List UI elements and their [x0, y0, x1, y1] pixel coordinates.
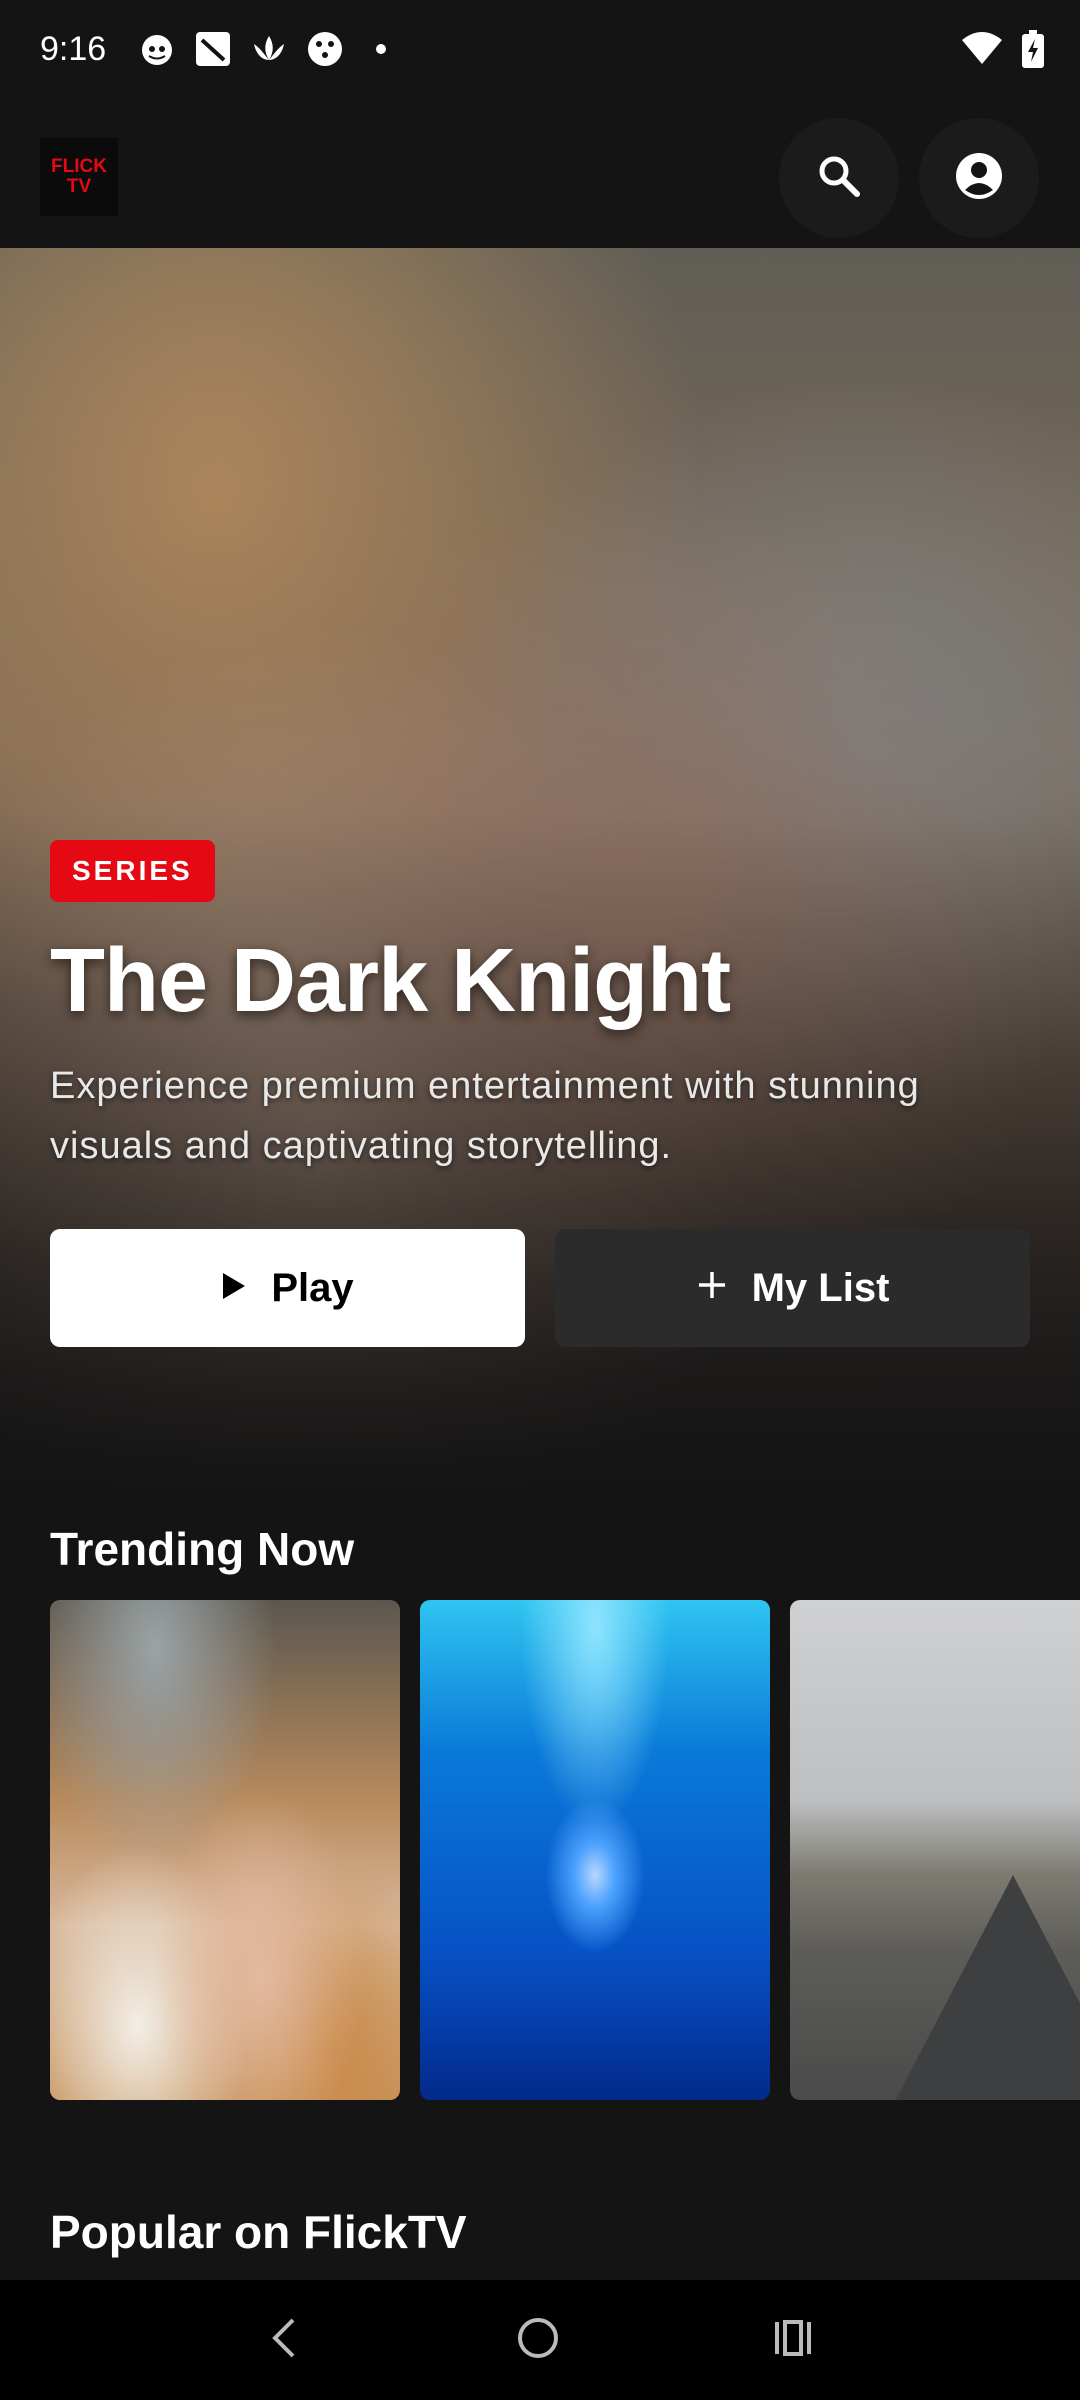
wd-icon	[306, 30, 344, 68]
trending-row[interactable]	[50, 1600, 1080, 2100]
trending-card[interactable]	[790, 1600, 1080, 2100]
play-label: Play	[271, 1265, 354, 1310]
logo-line2: TV	[66, 176, 92, 197]
trending-now-title: Trending Now	[50, 1523, 355, 1575]
home-icon[interactable]	[516, 2316, 560, 2365]
series-badge: SERIES	[50, 840, 215, 902]
search-button[interactable]	[779, 118, 899, 238]
app-bar: FLICK TV	[0, 108, 1080, 248]
hero-banner[interactable]: SERIES The Dark Knight Experience premiu…	[0, 248, 1080, 1498]
road-shape	[893, 1875, 1080, 2100]
trending-card[interactable]	[420, 1600, 770, 2100]
cat-icon	[138, 30, 176, 68]
logo-line1: FLICK	[51, 156, 107, 177]
back-icon[interactable]	[265, 2316, 305, 2365]
flicktv-logo[interactable]: FLICK TV	[40, 138, 118, 216]
my-list-label: My List	[751, 1265, 890, 1310]
battery-charging-icon	[1022, 30, 1044, 73]
recents-icon[interactable]	[771, 2316, 815, 2365]
system-nav-bar	[0, 2280, 1080, 2400]
play-icon	[221, 1266, 247, 1311]
account-button[interactable]	[919, 118, 1039, 238]
notification-icons	[138, 30, 400, 68]
account-icon	[955, 152, 1003, 205]
wifi-icon	[962, 32, 1002, 71]
trending-card[interactable]	[50, 1600, 400, 2100]
status-time: 9:16	[40, 30, 107, 68]
system-icons	[962, 30, 1044, 73]
lotus-icon	[250, 30, 288, 68]
popular-title: Popular on FlickTV	[50, 2206, 467, 2258]
status-bar: 9:16	[0, 0, 1080, 108]
hero-description: Experience premium entertainment with st…	[50, 1065, 920, 1167]
dot-icon	[362, 30, 400, 68]
my-list-button[interactable]: My List	[555, 1229, 1030, 1347]
plus-icon	[696, 1266, 728, 1311]
search-icon	[816, 153, 862, 204]
hero-title: The Dark Knight	[50, 931, 731, 1031]
play-button[interactable]: Play	[50, 1229, 525, 1347]
word-icon	[194, 30, 232, 68]
